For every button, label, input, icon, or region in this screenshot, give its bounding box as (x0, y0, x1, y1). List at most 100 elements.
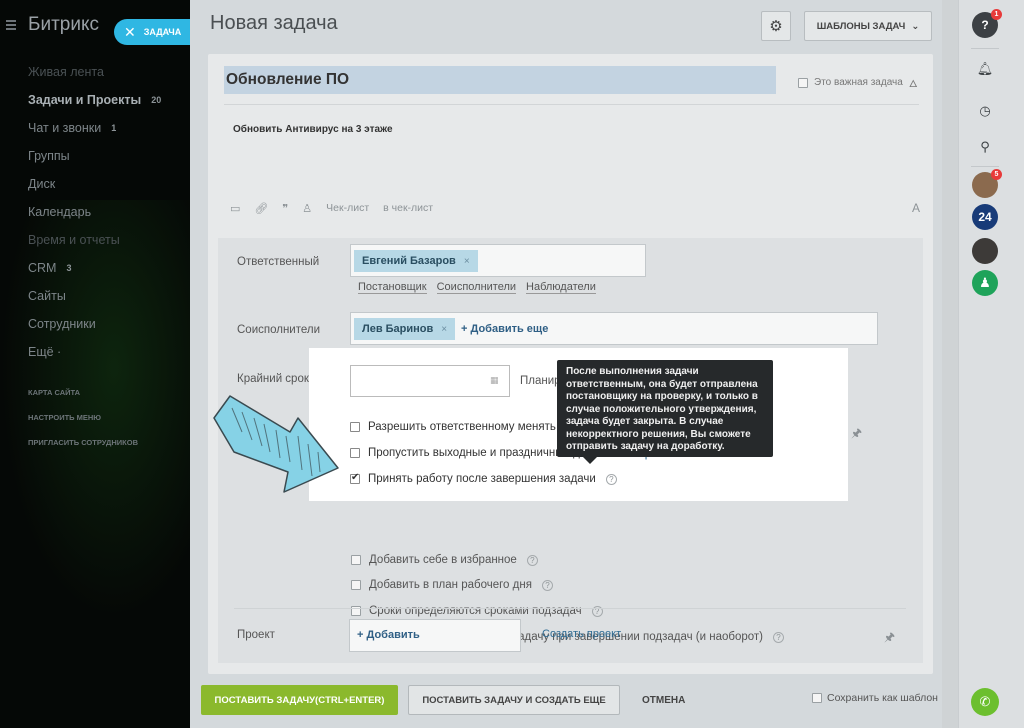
help-badge: 1 (991, 9, 1002, 20)
option-allow-change-deadline[interactable]: Разрешить ответственному менять ср (350, 421, 571, 433)
invite-employees-link[interactable]: ПРИГЛАСИТЬ СОТРУДНИКОВ (28, 430, 138, 455)
sidebar-item-tasks[interactable]: Задачи и Проекты 20 (28, 86, 161, 114)
accept-work-checkbox[interactable] (350, 472, 360, 484)
save-template-label: Сохранить как шаблон (827, 692, 938, 704)
remove-icon[interactable]: × (464, 256, 470, 267)
timer-button[interactable]: ◷ (972, 98, 998, 124)
mention-icon[interactable]: ♙ (302, 202, 312, 215)
add-project-link[interactable]: + Добавить (357, 629, 420, 641)
text-format-icon[interactable]: A (912, 201, 920, 215)
create-project-link[interactable]: Создать проект (542, 628, 621, 640)
gear-icon: ⚙ (769, 18, 783, 35)
configure-menu-link[interactable]: НАСТРОИТЬ МЕНЮ (28, 405, 138, 430)
save-as-template-toggle[interactable]: Сохранить как шаблон (812, 692, 938, 704)
option-label: Разрешить ответственному менять ср (368, 421, 572, 433)
pointer-arrow-icon (213, 395, 339, 493)
coexecutors-link[interactable]: Соисполнители (436, 281, 517, 294)
deadline-input[interactable] (350, 365, 510, 397)
option-day-plan[interactable]: Добавить в план рабочего дня? (351, 579, 553, 591)
phone-icon[interactable]: ✆ (971, 688, 999, 716)
sidebar-item-time-reports[interactable]: Время и отчеты (28, 226, 161, 254)
important-task-toggle[interactable]: Это важная задача 🜂 (798, 72, 918, 93)
coexecutors-label: Соисполнители (237, 324, 321, 336)
bitrix24-avatar[interactable]: 24 (972, 204, 998, 230)
chevron-down-icon: ⌄ (911, 20, 920, 32)
sidebar-item-sites[interactable]: Сайты (28, 282, 161, 310)
help-button[interactable]: ? 1 (972, 9, 1002, 38)
menu-burger-icon[interactable] (6, 20, 16, 30)
sidebar-item-employees[interactable]: Сотрудники (28, 310, 161, 338)
quote-icon[interactable]: ❞ (282, 202, 288, 215)
skip-weekends-checkbox[interactable] (350, 448, 360, 458)
sitemap-link[interactable]: КАРТА САЙТА (28, 380, 138, 405)
sidebar-item-count: 1 (111, 123, 117, 133)
divider (224, 104, 919, 105)
pin-icon[interactable]: 🖈 (884, 628, 895, 649)
planning-link[interactable]: Планир (520, 375, 561, 387)
sidebar-item-calendar[interactable]: Календарь (28, 198, 161, 226)
sidebar-item-feed[interactable]: Живая лента (28, 58, 161, 86)
avatar[interactable] (972, 238, 998, 264)
observers-link[interactable]: Наблюдатели (526, 281, 596, 294)
coexecutor-user-chip[interactable]: Лев Баринов × (354, 318, 456, 340)
responsible-user-chip[interactable]: Евгений Базаров × (354, 250, 478, 272)
responsible-label: Ответственный (237, 256, 320, 268)
task-slider-tab-label: ЗАДАЧА (143, 27, 182, 37)
important-checkbox[interactable] (798, 77, 808, 88)
settings-button[interactable]: ⚙ (761, 11, 791, 41)
notifications-button[interactable]: 🔔︎ (972, 56, 998, 82)
video-icon[interactable]: ▭ (230, 202, 240, 215)
remove-icon[interactable]: × (441, 324, 447, 335)
checklist-button[interactable]: Чек-лист (326, 202, 369, 214)
allow-change-deadline-checkbox[interactable] (350, 422, 360, 432)
help-icon[interactable]: ? (773, 631, 785, 643)
submit-and-create-button[interactable]: ПОСТАВИТЬ ЗАДАЧУ И СОЗДАТЬ ЕЩЕ (408, 685, 620, 715)
sidebar-item-groups[interactable]: Группы (28, 142, 161, 170)
user-avatar-icon[interactable]: ♟ (972, 270, 998, 296)
bell-icon: 🔔︎ (976, 61, 994, 76)
help-icon[interactable]: ? (605, 473, 617, 485)
templates-dropdown-label: ШАБЛОНЫ ЗАДАЧ (816, 20, 906, 32)
task-title-input[interactable]: Обновление ПО (224, 66, 776, 94)
templates-dropdown[interactable]: ШАБЛОНЫ ЗАДАЧ ⌄ (804, 11, 932, 41)
project-label: Проект (237, 629, 275, 641)
pin-icon[interactable]: 🖈 (851, 424, 862, 445)
save-template-checkbox[interactable] (812, 693, 822, 703)
favorite-checkbox[interactable] (351, 555, 361, 565)
avatar[interactable]: 5 (972, 169, 1002, 198)
scrollbar[interactable] (942, 0, 958, 728)
add-coexecutor-link[interactable]: + Добавить еще (461, 323, 548, 335)
submit-task-button[interactable]: ПОСТАВИТЬ ЗАДАЧУ(CTRL+ENTER) (201, 685, 398, 715)
option-favorite[interactable]: Добавить себе в избранное? (351, 554, 538, 566)
link-icon[interactable]: 🔗︎ (254, 202, 268, 215)
app-logo[interactable]: Битрикс (28, 14, 99, 36)
in-checklist-button[interactable]: в чек-лист (383, 202, 433, 214)
creator-link[interactable]: Постановщик (358, 281, 427, 294)
responsible-user-name: Евгений Базаров (362, 255, 456, 267)
help-icon[interactable]: ? (526, 554, 538, 566)
avatar-badge: 5 (991, 169, 1002, 180)
task-slider-tab[interactable]: ✕ ЗАДАЧА (114, 19, 190, 45)
calendar-icon[interactable]: ▦ (490, 375, 499, 386)
divider (234, 608, 906, 609)
sidebar-item-more[interactable]: Ещё · (28, 338, 161, 366)
close-icon[interactable]: ✕ (124, 24, 136, 41)
sidebar-links: КАРТА САЙТА НАСТРОИТЬ МЕНЮ ПРИГЛАСИТЬ СО… (28, 380, 138, 455)
option-accept-work[interactable]: Принять работу после завершения задачи? (350, 472, 617, 485)
divider (971, 166, 999, 167)
sidebar-menu: Живая лента Задачи и Проекты 20 Чат и зво… (28, 58, 161, 366)
sidebar-item-disk[interactable]: Диск (28, 170, 161, 198)
option-label: Добавить себе в избранное (369, 554, 517, 566)
search-button[interactable]: ⚲ (972, 134, 998, 160)
help-icon[interactable]: ? (541, 579, 553, 591)
sidebar-item-chat[interactable]: Чат и звонки 1 (28, 114, 161, 142)
sidebar-item-count: 3 (66, 263, 72, 273)
search-icon: ⚲ (980, 139, 990, 154)
cancel-button[interactable]: ОТМЕНА (642, 685, 685, 715)
task-description-editor[interactable]: Обновить Антивирус на 3 этаже (233, 124, 393, 135)
sidebar-item-crm[interactable]: CRM 3 (28, 254, 161, 282)
coexecutor-user-name: Лев Баринов (362, 323, 434, 335)
option-subtask-deadlines[interactable]: Сроки определяются сроками подзадач? (351, 605, 603, 617)
day-plan-checkbox[interactable] (351, 580, 361, 590)
left-sidebar: Битрикс ✕ ЗАДАЧА Живая лента Задачи и Пр… (0, 0, 190, 728)
